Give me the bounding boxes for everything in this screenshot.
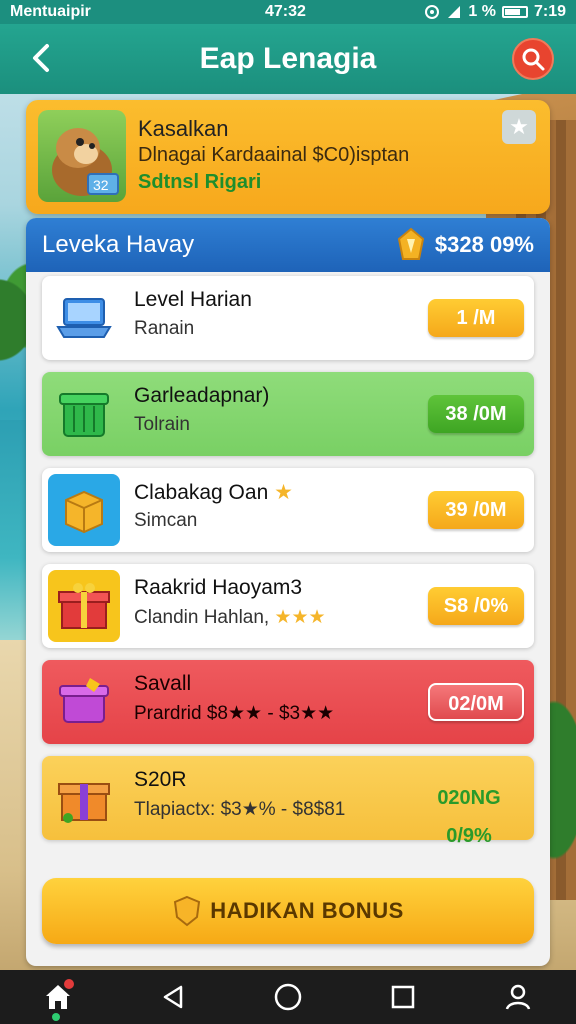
list-item[interactable]: Raakrid Haoyam3 Clandin Hahlan, ★★★ S8 /… <box>42 564 534 648</box>
square-icon <box>391 985 415 1009</box>
item-name: Garleadapnar) <box>134 384 270 407</box>
item-value-button[interactable]: 1 /M <box>428 299 524 337</box>
status-time: 47:32 <box>265 3 306 20</box>
nav-back[interactable] <box>149 973 197 1021</box>
promo-link[interactable]: Sdtnsl Rigari <box>138 171 261 194</box>
item-desc: Ranain <box>134 318 195 339</box>
hedgehog-mascot-image: 32 <box>38 110 126 202</box>
favorite-button[interactable]: ★ <box>502 110 536 144</box>
svg-text:32: 32 <box>93 177 109 193</box>
panel-title: Leveka Havay <box>42 231 195 258</box>
back-button[interactable] <box>20 38 60 78</box>
box-icon <box>48 474 120 546</box>
promo-card[interactable]: 32 Kasalkan Dlnagai Kardaainal $C0)ispta… <box>26 100 550 214</box>
item-value-label[interactable]: 020NG 0/9% <box>414 779 524 847</box>
item-desc: Tlapiactx: $3★% - $8$81 <box>134 799 346 820</box>
nav-home-circle[interactable] <box>264 973 312 1021</box>
nav-recents[interactable] <box>379 973 427 1021</box>
battery-icon <box>501 6 528 18</box>
page-title: Eap Lenagia <box>199 42 377 75</box>
item-value-button[interactable]: 38 /0M <box>428 395 524 433</box>
bonus-button[interactable]: HADIKAN BONUS <box>42 878 534 944</box>
location-icon <box>425 5 440 19</box>
notification-badge <box>63 979 74 989</box>
item-value-button[interactable]: 02/0M <box>428 683 524 721</box>
item-desc: Prardrid $8★★ - $3★★ <box>134 703 335 724</box>
basket-icon <box>48 378 120 450</box>
list-item[interactable]: Level Harian Ranain 1 /M <box>42 276 534 360</box>
status-icons: 1 % 7:19 <box>424 3 566 21</box>
search-button[interactable] <box>512 38 554 80</box>
list-item[interactable]: Savall Prardrid $8★★ - $3★★ 02/0M <box>42 660 534 744</box>
item-name: Raakrid Haoyam3 <box>134 576 303 599</box>
item-name: S20R <box>134 768 187 791</box>
gift-box-icon <box>48 570 120 642</box>
app-header: Eap Lenagia <box>0 24 576 94</box>
active-indicator <box>51 1013 60 1021</box>
shield-icon <box>174 895 201 927</box>
bonus-button-label: HADIKAN BONUS <box>210 898 404 923</box>
list-item[interactable]: S20R Tlapiactx: $3★% - $8$81 020NG 0/9% <box>42 756 534 847</box>
search-icon <box>522 48 545 71</box>
laptop-icon <box>48 282 120 354</box>
back-triangle-icon <box>163 985 183 1009</box>
item-desc: Simcan <box>134 510 198 531</box>
status-bar: Mentuaipir 47:32 1 % 7:19 <box>0 0 576 24</box>
gold-coin-icon <box>397 227 425 260</box>
list-item[interactable]: Clabakag Oan ★ Simcan 39 /0M <box>42 468 534 552</box>
item-desc: Clandin Hahlan, ★★★ <box>134 607 326 628</box>
list-item[interactable]: Garleadapnar) Tolrain 38 /0M <box>42 372 534 456</box>
item-name: Savall <box>134 672 192 695</box>
promo-subtitle: Dlnagai Kardaainal $C0)isptan <box>138 144 410 166</box>
item-name: Level Harian <box>134 288 252 311</box>
item-name: Clabakag Oan ★ <box>134 481 293 504</box>
carrier-label: Mentuaipir <box>10 3 91 20</box>
star-icon: ★ <box>509 114 529 139</box>
signal-icon <box>448 6 461 18</box>
nav-profile[interactable] <box>494 973 542 1021</box>
level-list: Level Harian Ranain 1 /M Garleadapnar) T… <box>42 276 534 852</box>
panel-header: Leveka Havay $328 09% <box>26 218 550 272</box>
user-icon <box>506 984 531 1010</box>
item-value-button[interactable]: 39 /0M <box>428 491 524 529</box>
panel-amount: $328 09% <box>434 232 534 257</box>
nav-home[interactable] <box>34 973 82 1021</box>
purple-basket-icon <box>48 666 120 738</box>
item-value-button[interactable]: S8 /0% <box>428 587 524 625</box>
promo-title: Kasalkan <box>138 116 229 141</box>
levels-panel: Leveka Havay $328 09% Level Harian Ranai… <box>26 218 550 966</box>
star-icon: ★ <box>274 481 293 504</box>
bottom-nav <box>0 970 576 1024</box>
battery-percent: 1 % <box>468 3 496 20</box>
rating-stars-icon: ★★★ <box>274 607 326 628</box>
present-icon <box>48 762 120 834</box>
status-clock: 7:19 <box>533 3 566 20</box>
item-desc: Tolrain <box>134 414 190 435</box>
circle-icon <box>274 983 302 1011</box>
chevron-left-icon <box>33 44 49 72</box>
